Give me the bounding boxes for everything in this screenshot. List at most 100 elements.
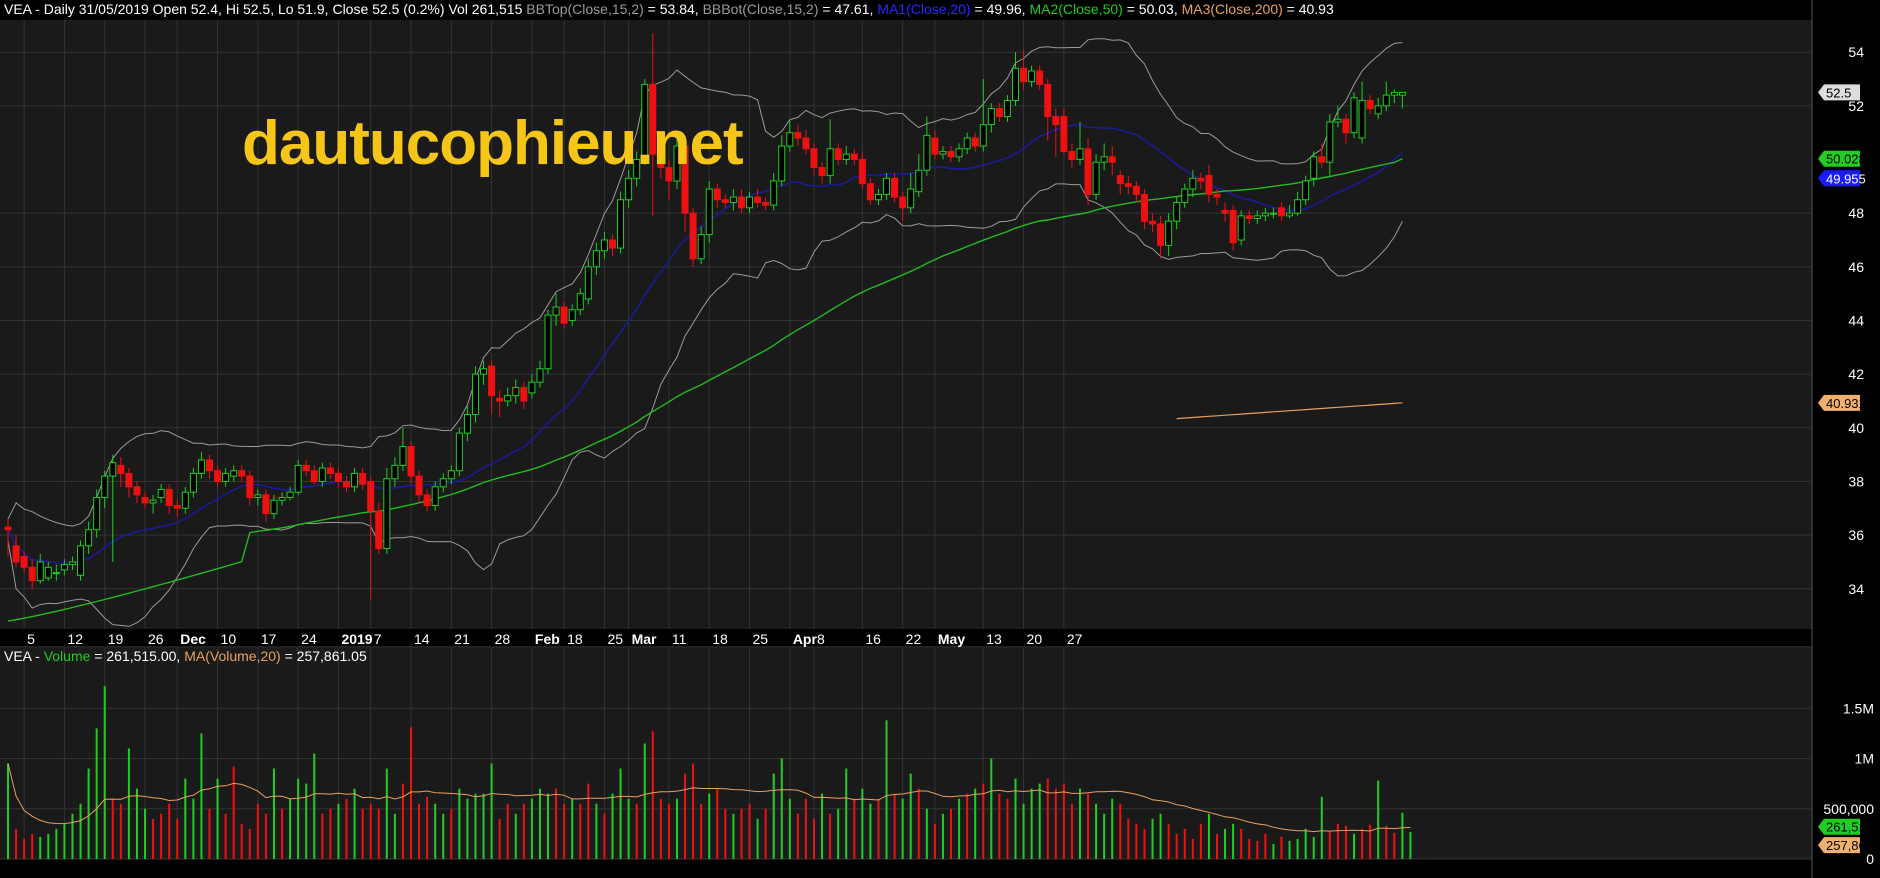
ma3-tag-text: 40.9315 <box>1826 396 1873 411</box>
candle-body <box>584 266 592 300</box>
vol-sep: - <box>31 648 44 664</box>
volume-bar <box>1151 818 1154 859</box>
header-sep: - <box>31 1 44 17</box>
volume-bar <box>1022 803 1025 859</box>
volume-bar <box>804 798 807 859</box>
date-tick-label: 10 <box>221 631 237 647</box>
date-tick-label: 16 <box>865 631 881 647</box>
candle-body <box>883 177 891 195</box>
date-tick-label: 24 <box>301 631 317 647</box>
candle-body <box>955 148 963 158</box>
price-tick-label: 40 <box>1848 420 1864 436</box>
volume-bar <box>184 778 187 859</box>
candle-body <box>987 108 995 126</box>
candle-body <box>770 180 778 206</box>
volume-bar <box>917 788 920 859</box>
candle-body <box>447 470 455 480</box>
candle <box>294 459 302 495</box>
volume-bar <box>958 798 961 859</box>
header-ohlc: Daily 31/05/2019 Open 52.4, Hi 52.5, Lo … <box>43 1 523 17</box>
candle <box>617 191 625 254</box>
volume-bar <box>1119 803 1122 859</box>
ma2-label: MA2(Close,50) <box>1029 1 1123 17</box>
candle-body <box>157 488 165 499</box>
candle-body <box>1374 105 1382 115</box>
volume-bar <box>1393 832 1396 859</box>
candle-body <box>181 491 189 509</box>
volume-bar <box>667 803 670 859</box>
volume-bar <box>772 773 775 859</box>
candle-body <box>415 475 423 496</box>
candle-body <box>1028 70 1036 83</box>
volume-bar <box>401 783 404 859</box>
volume-bar <box>272 768 275 859</box>
price-tick-label: 54 <box>1848 44 1864 60</box>
volume-bar <box>1353 833 1356 859</box>
candle-body <box>1245 215 1253 220</box>
volume-bar <box>909 773 912 859</box>
ma2-tag: 50.028 <box>1818 150 1866 167</box>
vol-ma-label: MA(Volume,20) <box>184 648 281 664</box>
volume-bar <box>1038 783 1041 859</box>
candle-body <box>125 472 133 488</box>
candle-body <box>1358 99 1366 139</box>
volume-bar <box>1304 828 1307 859</box>
candle-body <box>705 188 713 236</box>
candle-body <box>1286 212 1294 217</box>
volume-bar <box>796 813 799 859</box>
candle-body <box>1092 161 1100 195</box>
volume-bar <box>47 833 50 859</box>
volume-bar <box>345 798 348 859</box>
date-tick-label: 8 <box>817 631 825 647</box>
volume-tick-label: 1M <box>1855 751 1874 767</box>
date-tick-label: 22 <box>906 631 922 647</box>
candle-body <box>351 472 359 488</box>
date-tick-label: 20 <box>1027 631 1043 647</box>
date-tick-label: 25 <box>607 631 623 647</box>
bbtop-value: = 53.84, <box>643 1 699 17</box>
volume-bar <box>377 808 380 859</box>
candle-body <box>230 470 238 477</box>
candle <box>689 207 697 267</box>
volume-bar <box>160 813 163 859</box>
volume-bar <box>337 803 340 859</box>
volume-bar <box>1006 798 1009 859</box>
vol-value: = 261,515.00, <box>90 648 181 664</box>
candle-body <box>1124 183 1132 187</box>
candle-body <box>68 561 76 566</box>
candle-body <box>818 167 826 177</box>
volume-bar <box>821 793 824 859</box>
price-tick-label: 38 <box>1848 473 1864 489</box>
date-tick-label: 12 <box>67 631 83 647</box>
price-tick-label: 44 <box>1848 312 1864 328</box>
candle-body <box>1108 156 1116 163</box>
candle-body <box>1366 99 1374 110</box>
close-tag: 52.5 <box>1818 84 1860 101</box>
candle-body <box>963 137 971 150</box>
candle-body <box>850 153 858 161</box>
volume-bar <box>1216 833 1218 859</box>
candle-body <box>891 177 899 198</box>
candle-body <box>858 159 866 185</box>
volume-bar <box>530 798 533 859</box>
volume-bar <box>756 818 759 859</box>
candle-body <box>560 306 568 324</box>
candle-body <box>915 169 923 193</box>
candle-body <box>28 566 36 582</box>
candle-body <box>1261 212 1269 217</box>
date-tick-label: 28 <box>495 631 511 647</box>
candle-body <box>1116 175 1124 185</box>
date-tick-label: 19 <box>108 631 124 647</box>
volume-bar <box>305 783 308 859</box>
ma3-label: MA3(Close,200) <box>1181 1 1283 17</box>
candle-body <box>222 472 230 482</box>
vol-label: Volume <box>43 648 91 664</box>
candle <box>1237 210 1245 246</box>
candle-body <box>1044 83 1052 118</box>
candle-body <box>995 108 1003 118</box>
volume-bar <box>289 798 292 859</box>
volume-bar <box>555 788 558 859</box>
candle-body <box>133 486 141 496</box>
volume-bar <box>724 808 727 859</box>
candle-body <box>1020 67 1028 83</box>
